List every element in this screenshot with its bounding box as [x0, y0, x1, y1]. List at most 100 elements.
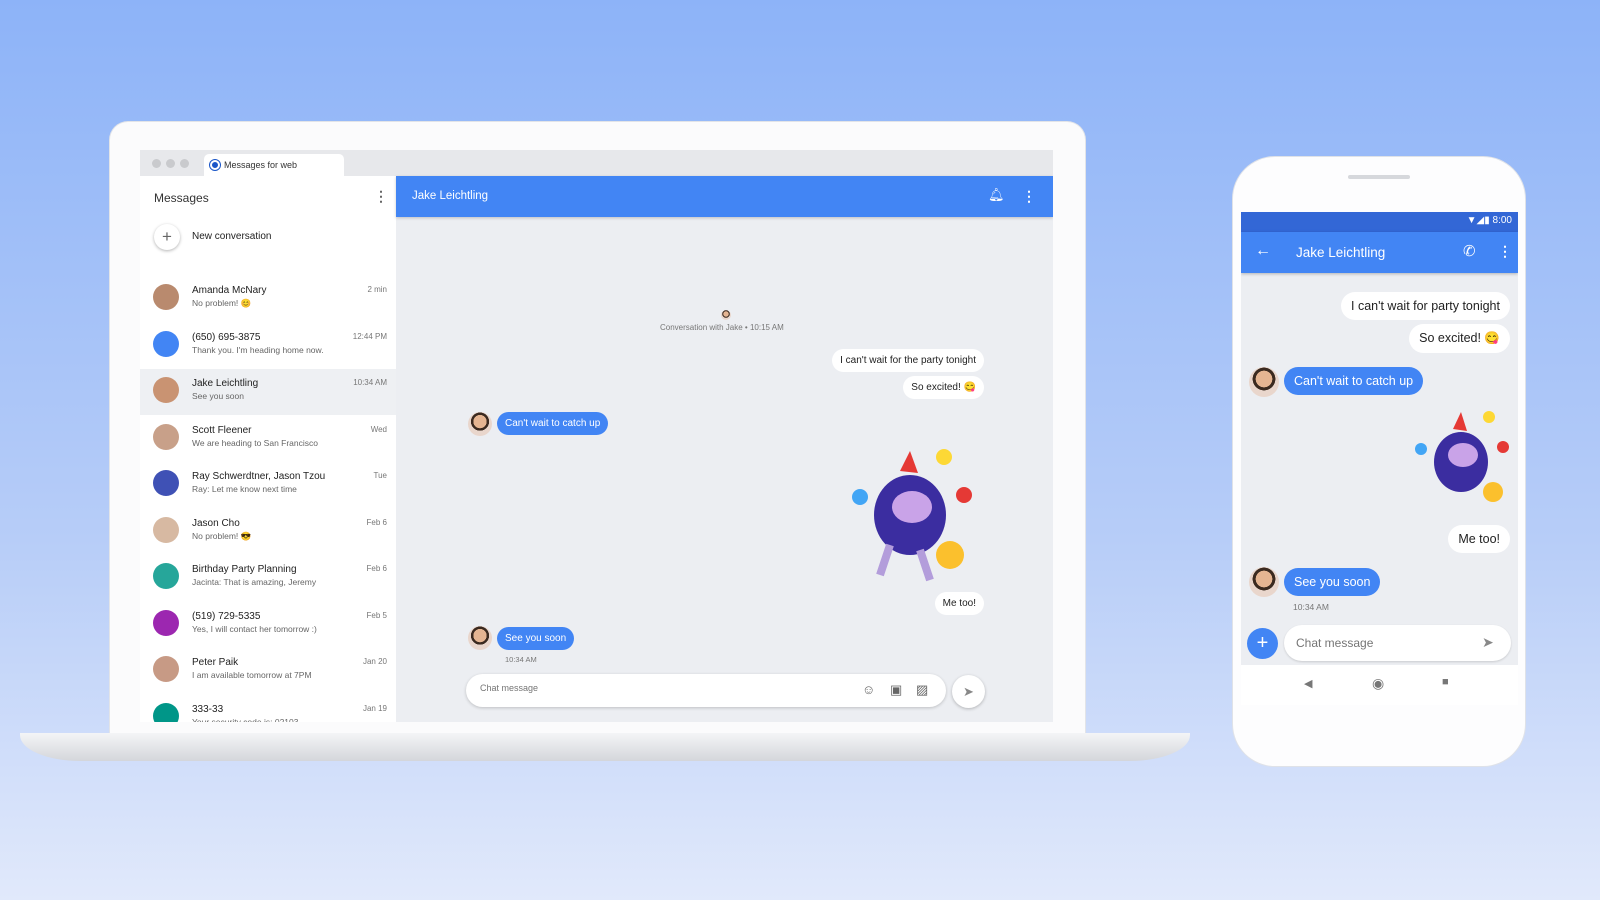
conversation-name: (650) 695-3875: [192, 331, 261, 343]
new-conversation-button[interactable]: + New conversation: [140, 220, 396, 258]
conversation-time: Tue: [373, 471, 388, 480]
phone-screen: ▼◢▮ 8:00 ← Jake Leichtling ✆ ⋮ I can't w…: [1241, 212, 1518, 705]
sticker-icon[interactable]: ▣: [890, 682, 902, 698]
conversation-time: Feb 6: [366, 517, 387, 527]
conversation-snippet: Ray: Let me know next time: [192, 484, 297, 494]
phone-speaker: [1348, 175, 1410, 179]
conversation-name: Jake Leichtling: [192, 378, 259, 389]
conversation-snippet: No problem! 😊: [192, 298, 252, 308]
phone-more-options-icon[interactable]: ⋮: [1498, 243, 1512, 260]
conversation-snippet: See you soon: [192, 391, 244, 401]
nav-recents-icon[interactable]: ■: [1442, 676, 1449, 688]
emoji-icon[interactable]: ☺: [862, 682, 875, 697]
phone-composer: ➤: [1284, 625, 1511, 661]
contact-avatar: [468, 412, 492, 436]
message-bubble: I can't wait for party tonight: [1341, 292, 1510, 320]
avatar: [153, 423, 179, 450]
conversation-time: Feb 5: [366, 610, 387, 620]
image-icon[interactable]: ▨: [916, 682, 928, 698]
avatar: [153, 609, 179, 636]
conversation-item[interactable]: Peter Paik I am available tomorrow at 7P…: [140, 648, 396, 694]
browser-window: Messages for web Messages ⋮ + New conver…: [140, 150, 1053, 722]
conversation-time: 12:44 PM: [352, 331, 387, 341]
window-close-button[interactable]: [152, 159, 161, 168]
laptop-base: [20, 733, 1190, 761]
party-monster-sticker: [852, 449, 972, 582]
contact-avatar: [1249, 367, 1279, 397]
plus-icon: +: [154, 224, 180, 250]
nav-back-icon[interactable]: ◀: [1304, 677, 1312, 690]
window-minimize-button[interactable]: [166, 159, 175, 168]
message-bubble: Can't wait to catch up: [1284, 367, 1424, 395]
conversation-snippet: Thank you. I'm heading home now.: [192, 344, 324, 355]
conversation-snippet: Yes, I will contact her tomorrow :): [192, 623, 317, 634]
avatar: [153, 330, 179, 357]
more-options-icon[interactable]: ⋮: [374, 188, 388, 205]
signal-battery-icon: ▼◢▮: [1466, 215, 1493, 226]
chat-more-options-icon[interactable]: ⋮: [1022, 188, 1036, 205]
conversation-item[interactable]: 333-33 Your security code is: 02103 Jan …: [140, 695, 396, 723]
avatar: [153, 563, 179, 589]
send-icon: ➤: [963, 684, 974, 699]
chat-message-input[interactable]: [480, 683, 840, 693]
avatar: [153, 516, 179, 543]
browser-tab[interactable]: Messages for web: [204, 154, 344, 176]
message-bubble: See you soon: [1284, 568, 1381, 596]
android-nav-bar: ◀ ◉ ■: [1241, 665, 1518, 705]
conversation-time: 2 min: [367, 285, 387, 294]
phone-chat-message-input[interactable]: [1296, 636, 1466, 650]
window-maximize-button[interactable]: [180, 159, 189, 168]
conversation-sidebar: Messages ⋮ + New conversation Amanda McN…: [140, 176, 396, 722]
chat-composer: ☺ ▣ ▨: [466, 674, 946, 707]
chat-title: Jake Leichtling: [412, 190, 489, 202]
conversation-time: Wed: [370, 424, 387, 434]
conversation-name: Birthday Party Planning: [192, 564, 297, 575]
conversation-item[interactable]: Ray Schwerdtner, Jason Tzou Ray: Let me …: [140, 462, 396, 508]
conversation-name: Jason Cho: [192, 517, 240, 529]
avatar: [153, 377, 179, 403]
contact-avatar: [468, 626, 492, 650]
back-arrow-icon[interactable]: ←: [1255, 242, 1271, 260]
avatar: [153, 470, 179, 496]
new-conversation-label: New conversation: [192, 231, 272, 242]
avatar: [153, 656, 179, 682]
phone-app-bar: ← Jake Leichtling ✆ ⋮: [1241, 232, 1518, 273]
message-timestamp: 10:34 AM: [1293, 602, 1329, 612]
conversation-item[interactable]: Amanda McNary No problem! 😊 2 min: [140, 276, 396, 322]
conversation-item[interactable]: Jake Leichtling See you soon 10:34 AM: [140, 369, 396, 415]
phone-call-icon[interactable]: ✆: [1463, 242, 1476, 260]
tab-bar: Messages for web: [140, 150, 1053, 176]
conversation-item[interactable]: Scott Fleener We are heading to San Fran…: [140, 416, 396, 462]
message-bubble: See you soon: [497, 627, 575, 650]
conversation-snippet: Your security code is: 02103: [192, 716, 299, 723]
conversation-snippet: I am available tomorrow at 7PM: [192, 670, 312, 680]
send-button[interactable]: ➤: [952, 675, 985, 708]
chat-header: Jake Leichtling 🔔︎ ⋮: [396, 176, 1053, 217]
nav-home-icon[interactable]: ◉: [1372, 675, 1384, 692]
send-icon[interactable]: ➤: [1482, 634, 1494, 651]
avatar: [153, 284, 179, 310]
conversation-item[interactable]: (650) 695-3875 Thank you. I'm heading ho…: [140, 323, 396, 369]
conversation-item[interactable]: Birthday Party Planning Jacinta: That is…: [140, 555, 396, 601]
conversation-name: Amanda McNary: [192, 285, 267, 296]
conversation-item[interactable]: Jason Cho No problem! 😎 Feb 6: [140, 509, 396, 555]
message-bubble: Me too!: [934, 592, 984, 615]
contact-avatar: [1249, 567, 1279, 597]
contact-avatar: [721, 310, 731, 320]
sidebar-title: Messages: [154, 191, 209, 205]
message-bubble: Can't wait to catch up: [497, 412, 609, 435]
message-timestamp: 10:34 AM: [505, 655, 537, 664]
phone-frame: ▼◢▮ 8:00 ← Jake Leichtling ✆ ⋮ I can't w…: [1233, 157, 1525, 766]
conversation-item[interactable]: (519) 729-5335 Yes, I will contact her t…: [140, 602, 396, 648]
conversation-time: Feb 6: [366, 564, 387, 573]
conversation-snippet: Jacinta: That is amazing, Jeremy: [192, 577, 317, 587]
message-bubble: Me too!: [1448, 525, 1510, 553]
attach-plus-button[interactable]: +: [1247, 628, 1278, 659]
notifications-bell-icon[interactable]: 🔔︎: [988, 187, 1005, 203]
tab-title: Messages for web: [224, 160, 298, 170]
conversation-name: Ray Schwerdtner, Jason Tzou: [192, 471, 326, 482]
status-bar: ▼◢▮ 8:00: [1241, 212, 1518, 232]
status-time: 8:00: [1492, 215, 1512, 226]
conversation-snippet: No problem! 😎: [192, 530, 252, 541]
conversation-name: (519) 729-5335: [192, 610, 261, 622]
